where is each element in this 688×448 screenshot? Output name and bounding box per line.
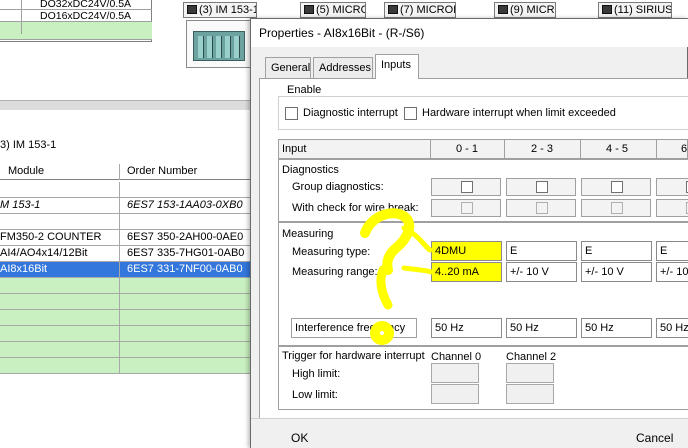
tab-inputs[interactable]: Inputs xyxy=(375,54,419,79)
dialog-button-bar xyxy=(251,418,688,448)
cancel-button[interactable]: Cancel xyxy=(636,429,673,447)
ok-button[interactable]: OK xyxy=(291,429,308,447)
question-mark-annotation xyxy=(360,208,434,345)
